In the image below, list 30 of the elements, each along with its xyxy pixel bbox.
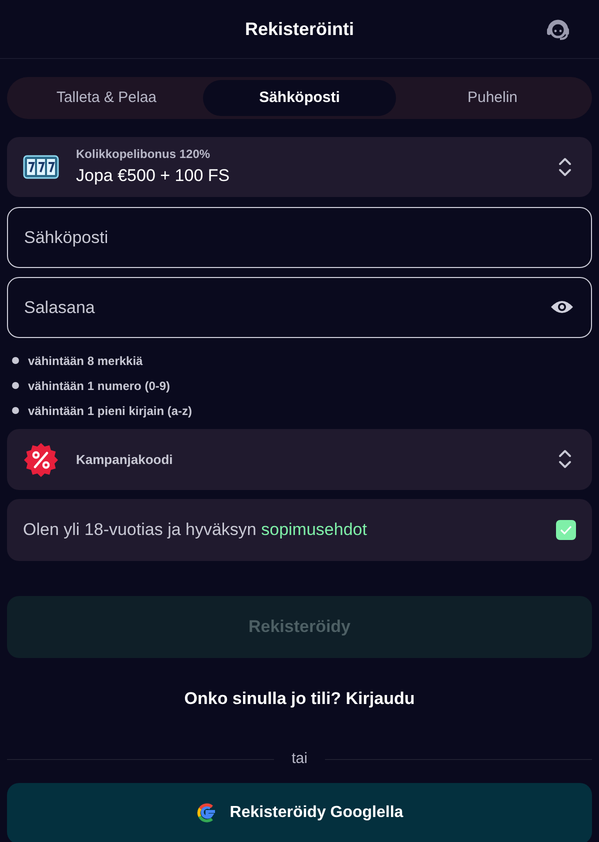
- terms-link[interactable]: sopimusehdot: [261, 520, 367, 540]
- divider-text: tai: [290, 749, 308, 769]
- dropdown-icon: [558, 155, 572, 179]
- tab[interactable]: Sähköposti: [203, 80, 396, 116]
- login-prompt: Onko sinulla jo tili? Kirjaudu: [184, 689, 415, 708]
- tab[interactable]: Puhelin: [396, 80, 589, 116]
- password-rule: vähintään 8 merkkiä: [28, 352, 143, 370]
- password-rule: vähintään 1 numero (0-9): [28, 378, 170, 394]
- bonus-value: Jopa €500 + 100 FS: [76, 165, 231, 188]
- eye-icon[interactable]: [550, 299, 574, 315]
- terms-text: Olen yli 18-vuotias ja hyväksyn sopimusehdot: [23, 519, 368, 542]
- input-field[interactable]: Sähköposti: [7, 207, 592, 268]
- promo-code-label: Kampanjakoodi: [76, 450, 174, 469]
- check-icon: [560, 525, 572, 535]
- input-field[interactable]: Salasana: [7, 277, 592, 338]
- bonus-selector[interactable]: Kolikkopelibonus 120% Jopa €500 + 100 FS: [7, 137, 592, 197]
- page-title: Rekisteröinti: [244, 18, 354, 40]
- slot-machine-icon: [23, 154, 59, 180]
- google-icon: [196, 802, 218, 824]
- tab[interactable]: Talleta & Pelaa: [10, 80, 203, 116]
- google-signup-button[interactable]: Rekisteröidy Googlella: [7, 782, 592, 842]
- bullet-icon: [12, 407, 19, 414]
- bullet-icon: [12, 382, 19, 389]
- bullet-icon: [12, 357, 19, 364]
- percent-badge-icon: [23, 442, 59, 478]
- promo-code-selector[interactable]: Kampanjakoodi: [7, 429, 592, 490]
- checkbox[interactable]: [556, 520, 576, 540]
- bonus-label: Kolikkopelibonus 120%: [76, 146, 212, 164]
- login-link[interactable]: Kirjaudu: [346, 689, 415, 708]
- password-rule: vähintään 1 pieni kirjain (a-z): [28, 402, 192, 420]
